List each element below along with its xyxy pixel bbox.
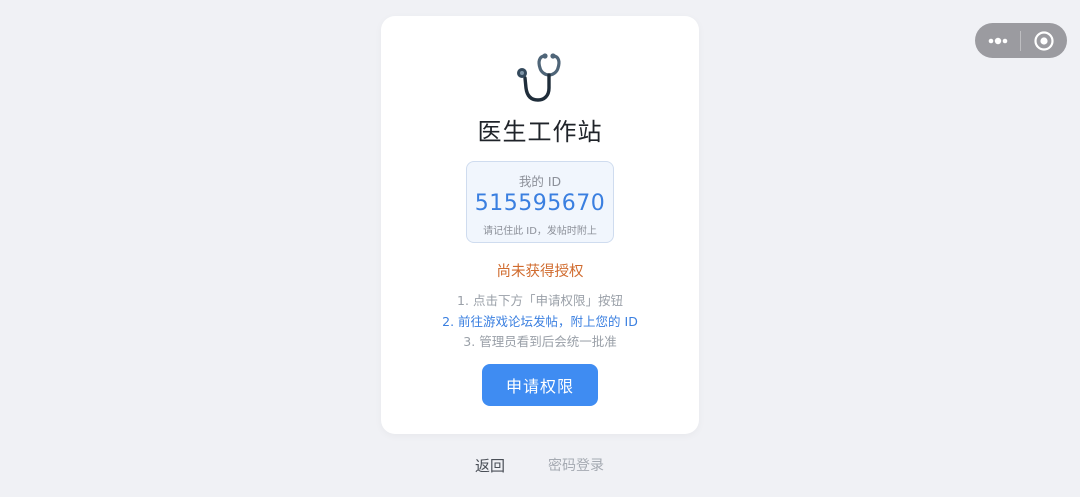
id-hint: 请记住此 ID，发帖时附上 <box>483 226 597 237</box>
instruction-step-1: 1. 点击下方「申请权限」按钮 <box>457 293 623 308</box>
auth-status-text: 尚未获得授权 <box>496 264 584 280</box>
id-display-box: 我的 ID 515595670 请记住此 ID，发帖时附上 <box>466 161 614 243</box>
capsule-menu <box>975 23 1067 58</box>
more-dots-icon <box>988 37 1007 44</box>
instruction-step-3: 3. 管理员看到后会统一批准 <box>463 334 617 349</box>
close-miniprogram-button[interactable] <box>1021 23 1067 58</box>
more-button[interactable] <box>975 23 1020 58</box>
id-label: 我的 ID <box>518 174 562 189</box>
password-login-link[interactable]: 密码登录 <box>548 455 604 475</box>
back-link[interactable]: 返回 <box>475 455 505 476</box>
instruction-step-2: 2. 前往游戏论坛发帖，附上您的 ID <box>442 314 638 329</box>
apply-permission-button[interactable]: 申请权限 <box>482 364 598 406</box>
stethoscope-icon <box>517 53 561 102</box>
id-value: 515595670 <box>474 191 606 216</box>
page-title: 医生工作站 <box>477 118 603 146</box>
target-circle-icon <box>1034 30 1054 51</box>
